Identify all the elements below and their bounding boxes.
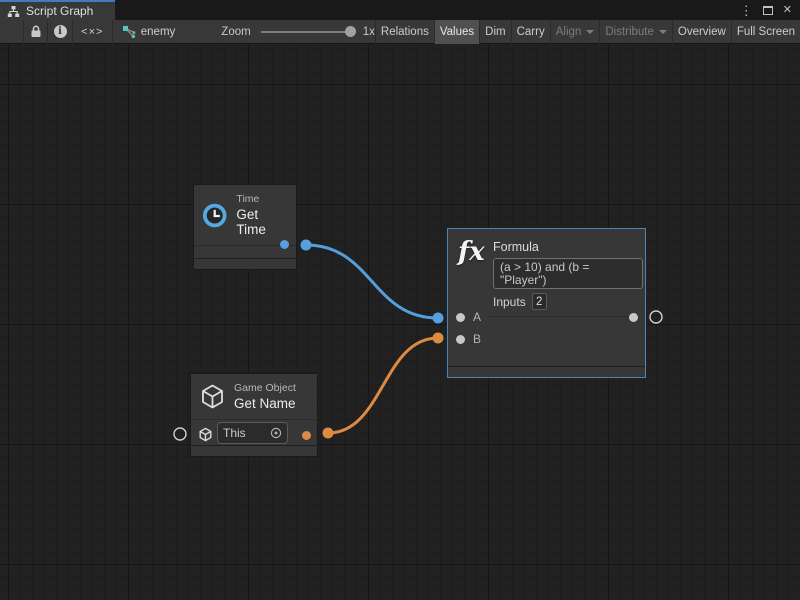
close-icon[interactable]: ✕ (783, 5, 792, 16)
node-title-label: Get Name (234, 396, 296, 411)
port-a-label: A (473, 310, 481, 324)
target-value: This (223, 426, 246, 440)
align-button[interactable]: Align (550, 20, 600, 44)
getname-input-unconnected-port[interactable] (174, 428, 186, 440)
tab-script-graph[interactable]: Script Graph (0, 0, 115, 20)
node-get-time[interactable]: Time Get Time (193, 184, 297, 270)
graph-canvas[interactable]: Time Get Time fx Formula (a > 10) and (b… (0, 45, 800, 600)
game-object-cube-icon (199, 383, 226, 410)
wire-endpoint-orange-end[interactable] (433, 333, 444, 344)
node-footer (448, 366, 645, 377)
wire-getname-to-formula-b[interactable] (328, 338, 438, 433)
clock-icon (202, 202, 227, 229)
maximize-icon[interactable] (763, 6, 773, 15)
zoom-control: Zoom 1x (221, 20, 375, 44)
lock-button[interactable] (24, 20, 48, 44)
lock-icon (30, 25, 42, 38)
graph-node-icon (122, 25, 136, 39)
inputs-label: Inputs (493, 295, 526, 309)
wire-endpoint-blue-end[interactable] (433, 313, 444, 324)
node-title-label: Formula (493, 240, 539, 254)
node-footer (194, 258, 296, 269)
port-b-label: B (473, 332, 481, 346)
wire-endpoint-blue-start[interactable] (301, 240, 312, 251)
object-picker-button[interactable] (270, 427, 282, 439)
separator (112, 20, 113, 44)
info-button[interactable]: i (48, 20, 72, 44)
node-formula[interactable]: fx Formula (a > 10) and (b = "Player") I… (447, 228, 646, 378)
values-button[interactable]: Values (434, 20, 479, 44)
wire-endpoint-orange-start[interactable] (323, 428, 334, 439)
info-icon: i (54, 25, 67, 38)
wire-gettime-to-formula-a[interactable] (306, 245, 438, 318)
formula-output-unconnected-port[interactable] (650, 311, 662, 323)
full-screen-button[interactable]: Full Screen (731, 20, 800, 44)
formula-input-port-b[interactable] (456, 335, 465, 344)
tab-title: Script Graph (26, 4, 93, 18)
get-time-output-port[interactable] (280, 240, 289, 249)
object-picker-icon (270, 427, 282, 439)
node-get-name[interactable]: Game Object Get Name This (190, 373, 318, 457)
zoom-value: 1x (363, 26, 375, 38)
carry-button[interactable]: Carry (511, 20, 550, 44)
relations-button[interactable]: Relations (375, 20, 434, 44)
formula-fx-icon: fx (458, 237, 490, 267)
graph-toolbar: i <×> enemy Zoom 1x Relations Values Dim… (0, 20, 800, 44)
script-graph-icon (7, 5, 20, 18)
node-category-label: Time (236, 193, 288, 205)
code-preview-button[interactable]: <×> (73, 20, 112, 44)
zoom-slider-handle[interactable] (345, 26, 356, 37)
port-row-divider (488, 316, 628, 317)
zoom-slider-track[interactable] (261, 31, 351, 33)
zoom-label: Zoom (221, 26, 250, 38)
node-category-label: Game Object (234, 382, 296, 394)
graph-name-label: enemy (141, 26, 176, 38)
node-title-label: Get Time (236, 207, 288, 237)
window-controls: ⋮ ✕ (740, 0, 800, 20)
formula-expression-input[interactable]: (a > 10) and (b = "Player") (493, 258, 643, 289)
target-cube-icon (198, 427, 213, 442)
code-icon: <×> (81, 26, 103, 38)
inputs-count-field[interactable]: 2 (532, 293, 547, 310)
get-time-header: Time Get Time (194, 185, 296, 245)
graph-reference[interactable]: enemy (122, 25, 176, 39)
target-object-field[interactable]: This (217, 422, 288, 444)
get-name-output-port[interactable] (302, 431, 311, 440)
window-tab-bar: Script Graph ⋮ ✕ (0, 0, 800, 20)
toolbar-buttons: Relations Values Dim Carry Align Distrib… (375, 20, 800, 44)
chevron-down-icon (586, 30, 594, 34)
overview-button[interactable]: Overview (672, 20, 731, 44)
dim-button[interactable]: Dim (479, 20, 510, 44)
formula-input-port-a[interactable] (456, 313, 465, 322)
zoom-slider[interactable] (261, 20, 359, 44)
window-menu-icon[interactable]: ⋮ (740, 4, 753, 17)
distribute-button[interactable]: Distribute (599, 20, 672, 44)
node-footer (191, 445, 317, 456)
formula-output-port[interactable] (629, 313, 638, 322)
chevron-down-icon (659, 30, 667, 34)
get-name-header: Game Object Get Name (191, 374, 317, 419)
wire-layer (0, 45, 800, 600)
